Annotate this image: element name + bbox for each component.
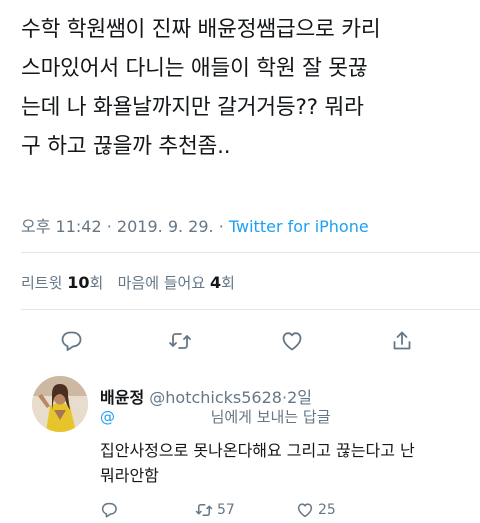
reply-age: 2일 xyxy=(287,388,312,407)
like-icon xyxy=(282,332,302,351)
retweet-icon xyxy=(169,333,191,349)
tweet-source-link[interactable]: Twitter for iPhone xyxy=(229,217,369,236)
reply-tweet[interactable]: 배윤정 @hotchicks5628·2일 @ 님에게 보내는 답글 집안사정으… xyxy=(0,366,480,523)
tweet-text: 수학 학원쌤이 진짜 배윤정쌤급으로 카리 스마있어서 다니는 애들이 학원 잘… xyxy=(21,17,381,159)
reply-button[interactable] xyxy=(54,324,88,358)
share-button[interactable] xyxy=(385,324,419,358)
tweet-actions xyxy=(0,324,480,358)
tweet-time: 오후 11:42 xyxy=(21,217,102,236)
reply-retweet-button[interactable]: 57 xyxy=(195,500,235,520)
reply-text: 집안사정으로 못나온다해요 그리고 끊는다고 난 뭐라안함 xyxy=(100,441,415,485)
replying-to: @ 님에게 보내는 답글 xyxy=(100,406,331,427)
tweet-date: 2019. 9. 29. xyxy=(116,217,214,236)
meta-separator: · xyxy=(218,217,224,236)
avatar[interactable] xyxy=(32,376,88,432)
meta-separator: · xyxy=(106,217,112,236)
retweets-count: 10 xyxy=(67,273,90,292)
reply-author-handle[interactable]: @hotchicks5628 xyxy=(149,388,282,407)
reply-reply-button[interactable] xyxy=(100,500,118,520)
reply-like-button[interactable]: 25 xyxy=(296,500,336,520)
retweet-icon xyxy=(195,504,213,516)
reply-retweet-count: 57 xyxy=(217,502,235,518)
likes-count: 4 xyxy=(209,273,222,292)
divider xyxy=(21,252,480,253)
avatar-photo xyxy=(32,376,88,432)
reply-header: 배윤정 @hotchicks5628·2일 xyxy=(100,384,312,408)
retweets-stat[interactable]: 리트윗 10회 xyxy=(21,273,108,292)
reply-icon xyxy=(101,502,117,518)
like-icon xyxy=(297,503,313,518)
tweet-stats: 리트윗 10회 마음에 들어요 4회 xyxy=(21,272,235,293)
like-button[interactable] xyxy=(275,324,309,358)
share-icon xyxy=(393,331,411,350)
retweet-button[interactable] xyxy=(163,324,197,358)
reply-actions: 57 25 xyxy=(100,500,460,520)
reply-icon xyxy=(61,331,82,351)
replying-to-mention[interactable]: @ xyxy=(100,408,115,426)
replying-to-label: 님에게 보내는 답글 xyxy=(210,408,331,426)
tweet-meta: 오후 11:42 · 2019. 9. 29. · Twitter for iP… xyxy=(21,213,369,237)
reply-author-name[interactable]: 배윤정 xyxy=(100,388,144,407)
likes-stat[interactable]: 마음에 들어요 4회 xyxy=(118,273,235,292)
divider xyxy=(21,309,480,310)
reply-like-count: 25 xyxy=(318,502,336,518)
